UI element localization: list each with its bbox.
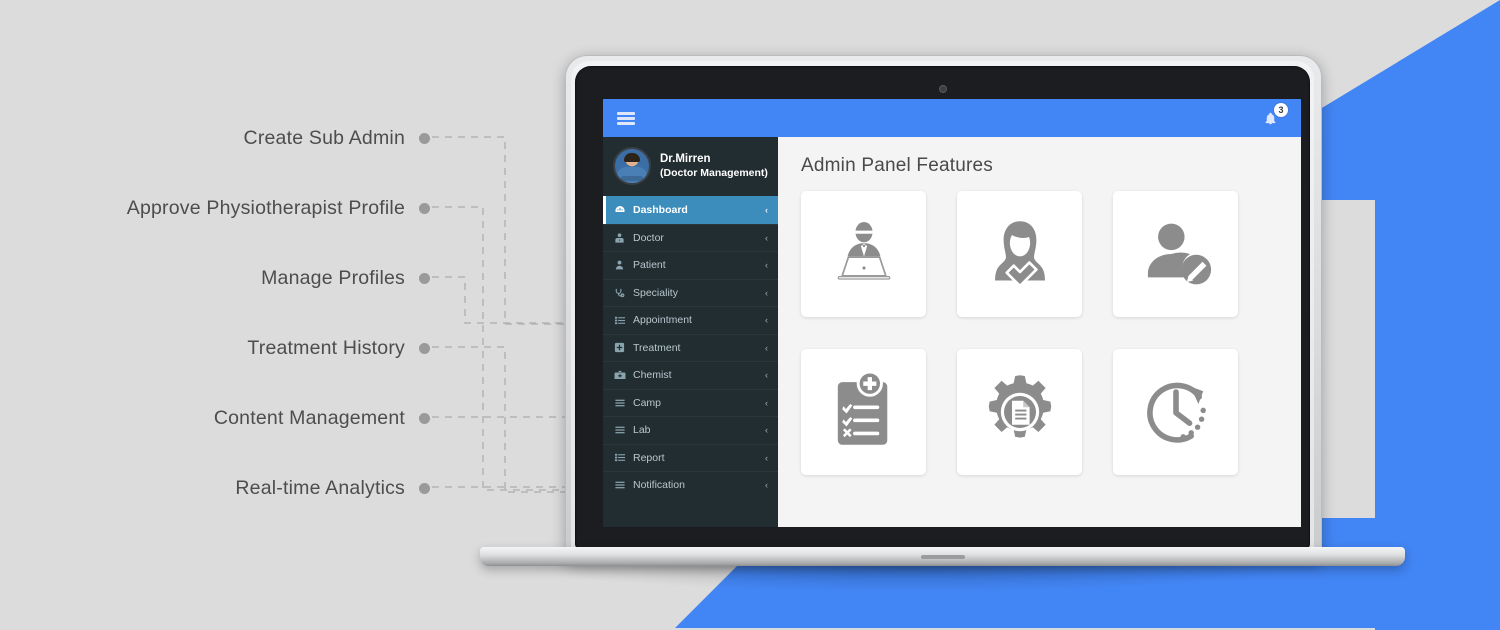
laptop-lid: 3 Dr.Mirren (Doctor Management) Dashboar… [565, 55, 1322, 562]
medical-clipboard-checklist-icon [837, 372, 887, 445]
page-title: Admin Panel Features [801, 155, 993, 176]
sidebar-item-patient[interactable]: Patient ‹ [603, 251, 778, 279]
webcam-icon [939, 86, 946, 92]
bars-icon [614, 480, 629, 490]
profile-name: Dr.Mirren [660, 153, 711, 166]
chevron-left-icon: ‹ [765, 232, 768, 243]
app-top-bar: 3 [603, 99, 1301, 137]
gear-document-icon [988, 375, 1051, 438]
sidebar-item-label: Speciality [633, 286, 678, 299]
sidebar-item-label: Treatment [633, 341, 681, 354]
callout-dot [419, 413, 430, 424]
chevron-left-icon: ‹ [765, 370, 768, 381]
chevron-left-icon: ‹ [765, 287, 768, 298]
notification-badge: 3 [1274, 103, 1288, 117]
sidebar-item-label: Notification [633, 479, 685, 492]
sidebar-item-dashboard[interactable]: Dashboard ‹ [603, 196, 778, 224]
sidebar-item-speciality[interactable]: Speciality ‹ [603, 278, 778, 307]
doctor-icon [614, 232, 629, 244]
plus-square-icon [614, 342, 629, 353]
sidebar-item-lab[interactable]: Lab ‹ [603, 416, 778, 444]
chevron-left-icon: ‹ [765, 425, 768, 436]
feature-card-content-management[interactable] [957, 349, 1082, 475]
feature-card-real-time-analytics[interactable] [1113, 349, 1238, 475]
chevron-left-icon: ‹ [765, 342, 768, 353]
chevron-left-icon: ‹ [765, 480, 768, 491]
feature-card-create-sub-admin[interactable] [801, 191, 926, 317]
callout-label: Real-time Analytics [235, 477, 405, 499]
sidebar-item-camp[interactable]: Camp ‹ [603, 388, 778, 417]
sidebar-item-report[interactable]: Report ‹ [603, 443, 778, 472]
clock-history-icon [1146, 382, 1206, 443]
laptop-drop-shadow [520, 566, 1300, 592]
laptop-screen-bezel: 3 Dr.Mirren (Doctor Management) Dashboar… [575, 66, 1310, 549]
callout-label: Treatment History [247, 337, 405, 359]
chevron-left-icon: ‹ [765, 260, 768, 271]
callout-dot [419, 483, 430, 494]
avatar [613, 147, 651, 185]
profile-role: (Doctor Management) [660, 166, 768, 179]
callout-label: Approve Physiotherapist Profile [126, 197, 405, 219]
notification-bell-button[interactable]: 3 [1261, 103, 1288, 131]
callout-label-column: Create Sub Admin Approve Physiotherapist… [0, 0, 470, 628]
bars-icon [614, 425, 629, 435]
patient-icon [614, 259, 629, 271]
chevron-left-icon: ‹ [765, 315, 768, 326]
laptop-base-bar [480, 547, 1405, 566]
callout-create-sub-admin: Create Sub Admin [0, 127, 430, 150]
list-alt-icon [614, 315, 629, 326]
feature-card-treatment-history[interactable] [801, 349, 926, 475]
medkit-icon [614, 370, 629, 381]
laptop-base-notch [920, 555, 965, 559]
sidebar-item-doctor[interactable]: Doctor ‹ [603, 223, 778, 252]
admin-panel-screen: 3 Dr.Mirren (Doctor Management) Dashboar… [603, 99, 1301, 527]
sidebar-item-label: Report [633, 451, 665, 464]
callout-label: Content Management [213, 407, 405, 429]
person-at-laptop-icon [837, 222, 890, 280]
chevron-left-icon: ‹ [765, 397, 768, 408]
callout-real-time-analytics: Real-time Analytics [0, 477, 430, 500]
laptop-base [480, 547, 1405, 592]
sidebar-item-treatment[interactable]: Treatment ‹ [603, 333, 778, 362]
sidebar-item-chemist[interactable]: Chemist ‹ [603, 361, 778, 389]
callout-treatment-history: Treatment History [0, 337, 430, 360]
female-user-verified-icon [994, 221, 1045, 288]
sidebar-profile[interactable]: Dr.Mirren (Doctor Management) [603, 137, 778, 196]
callout-dot [419, 343, 430, 354]
callout-dot [419, 273, 430, 284]
sidebar-item-label: Chemist [633, 369, 672, 382]
dashboard-icon [614, 204, 629, 216]
sidebar-item-label: Lab [633, 424, 651, 437]
callout-dot [419, 133, 430, 144]
callout-approve-physiotherapist-profile: Approve Physiotherapist Profile [0, 197, 430, 220]
feature-card-grid [801, 191, 1281, 475]
callout-label: Manage Profiles [261, 267, 405, 289]
main-content: Admin Panel Features [778, 137, 1301, 527]
list-alt-icon [614, 452, 629, 463]
callout-dot [419, 203, 430, 214]
feature-card-manage-profiles[interactable] [1113, 191, 1238, 317]
chevron-left-icon: ‹ [765, 452, 768, 463]
sidebar-item-notification[interactable]: Notification ‹ [603, 471, 778, 499]
bars-icon [614, 398, 629, 408]
stethoscope-icon [614, 287, 629, 299]
sidebar-item-label: Appointment [633, 314, 692, 327]
callout-manage-profiles: Manage Profiles [0, 267, 430, 290]
sidebar-item-label: Doctor [633, 231, 664, 244]
callout-content-management: Content Management [0, 407, 430, 430]
user-edit-icon [1147, 223, 1211, 285]
sidebar-item-label: Camp [633, 396, 662, 409]
sidebar-item-label: Patient [633, 259, 666, 272]
laptop-mockup: 3 Dr.Mirren (Doctor Management) Dashboar… [480, 55, 1405, 592]
sidebar: Dr.Mirren (Doctor Management) Dashboard … [603, 137, 778, 527]
chevron-left-icon: ‹ [765, 204, 768, 215]
hamburger-icon[interactable] [617, 111, 635, 125]
sidebar-item-appointment[interactable]: Appointment ‹ [603, 306, 778, 334]
feature-card-approve-physiotherapist-profile[interactable] [957, 191, 1082, 317]
callout-label: Create Sub Admin [243, 127, 405, 149]
sidebar-item-label: Dashboard [633, 203, 688, 216]
